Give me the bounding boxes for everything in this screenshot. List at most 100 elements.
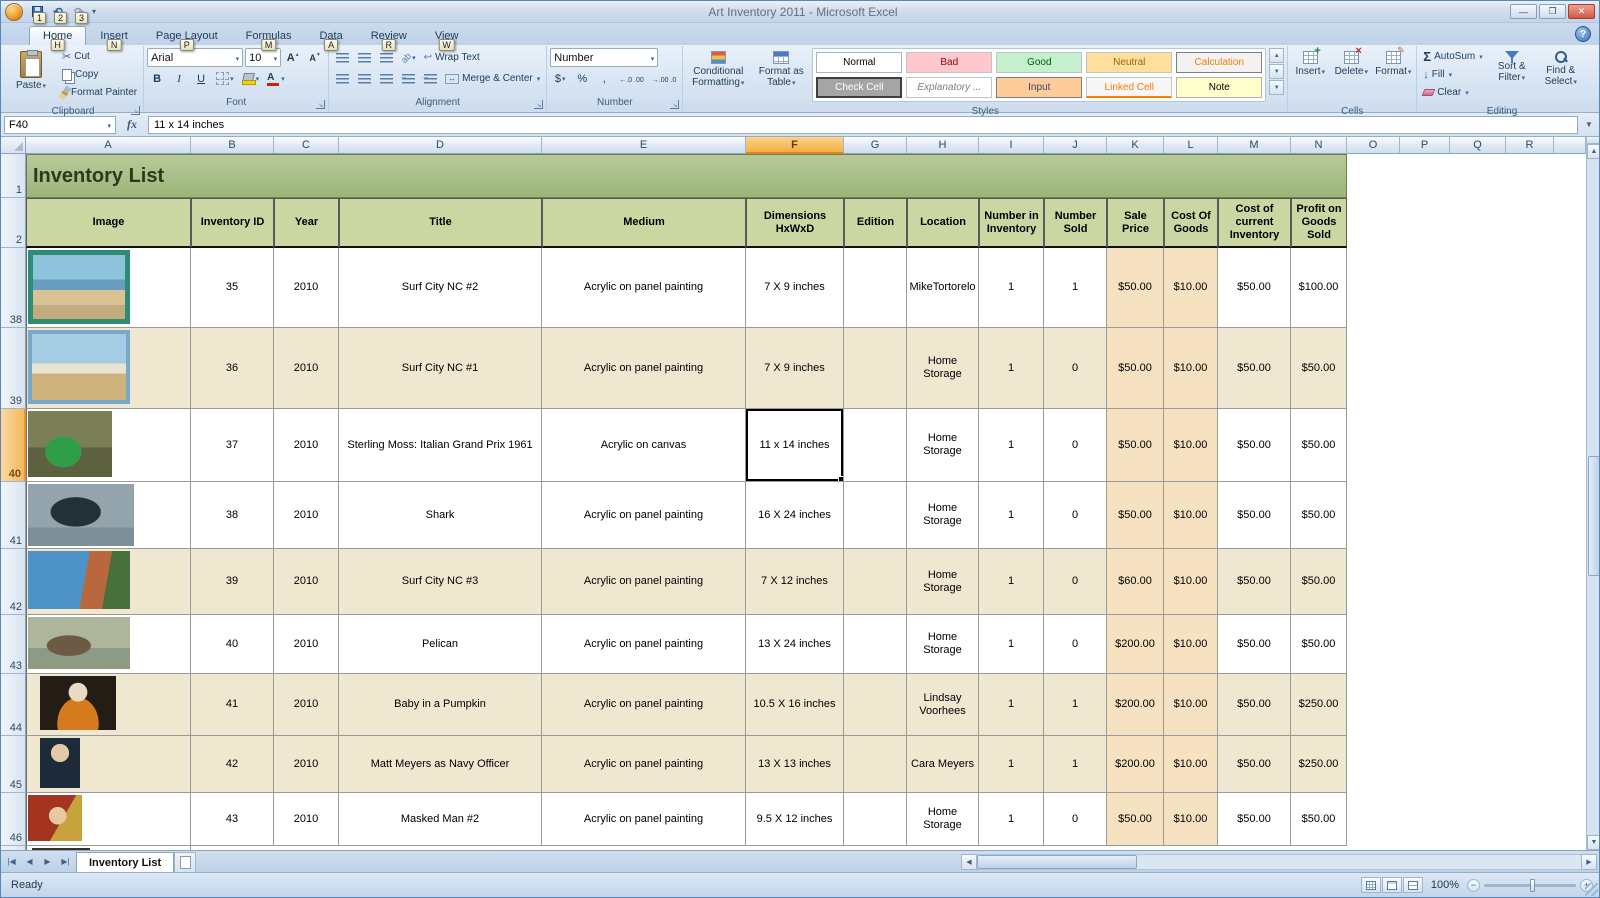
cell-E40[interactable]: Acrylic on canvas [542, 409, 746, 482]
row-header-42[interactable]: 42 [1, 549, 26, 615]
first-sheet-button[interactable]: |◀ [3, 854, 20, 870]
clipboard-dialog-launcher[interactable] [131, 106, 140, 115]
decrease-indent-button[interactable] [398, 69, 418, 88]
tab-home[interactable]: HomeH [29, 26, 86, 45]
conditional-formatting-button[interactable]: Conditional Formatting [686, 48, 750, 106]
painting-thumbnail-surf-city-nc-2[interactable] [28, 250, 130, 324]
align-center-button[interactable] [354, 69, 374, 88]
cell-G42[interactable] [844, 549, 907, 615]
column-header-A[interactable]: A [26, 137, 191, 154]
empty-cells[interactable] [1347, 482, 1586, 549]
cell-K40[interactable]: $50.00 [1107, 409, 1164, 482]
painting-thumbnail-baby-in-a-pumpkin[interactable] [40, 676, 116, 730]
minimize-button[interactable]: — [1510, 4, 1537, 19]
cell-L46[interactable]: $10.00 [1164, 793, 1218, 846]
cell-F45[interactable]: 13 X 13 inches [746, 736, 844, 793]
cell-F39[interactable]: 7 X 9 inches [746, 328, 844, 409]
empty-cells[interactable] [1347, 793, 1586, 846]
formula-input[interactable]: 11 x 14 inches [148, 116, 1578, 134]
resize-grip-icon[interactable] [1585, 883, 1598, 896]
cell-style-check-cell[interactable]: Check Cell [816, 77, 902, 98]
cell-I44[interactable]: 1 [979, 674, 1044, 736]
cell-H43[interactable]: Home Storage [907, 615, 979, 674]
empty-cells[interactable] [1347, 409, 1586, 482]
cell-N44[interactable]: $250.00 [1291, 674, 1347, 736]
cell-G38[interactable] [844, 248, 907, 328]
align-middle-button[interactable] [354, 48, 374, 67]
row-header-38[interactable]: 38 [1, 248, 26, 328]
column-header-B[interactable]: B [191, 137, 274, 154]
cell-C41[interactable]: 2010 [274, 482, 339, 549]
column-header-D[interactable]: D [339, 137, 542, 154]
zoom-track[interactable] [1484, 884, 1576, 887]
cell-M46[interactable]: $50.00 [1218, 793, 1291, 846]
alignment-dialog-launcher[interactable] [534, 100, 543, 109]
number-dialog-launcher[interactable] [670, 100, 679, 109]
cell-L40[interactable]: $10.00 [1164, 409, 1218, 482]
percent-format-button[interactable]: % [572, 69, 592, 88]
cell-K39[interactable]: $50.00 [1107, 328, 1164, 409]
cell-J43[interactable]: 0 [1044, 615, 1107, 674]
formula-bar-expand-icon[interactable]: ▼ [1582, 120, 1596, 129]
cell-K41[interactable]: $50.00 [1107, 482, 1164, 549]
table-header-sale-price[interactable]: Sale Price [1107, 198, 1164, 248]
cell-E39[interactable]: Acrylic on panel painting [542, 328, 746, 409]
redo-button[interactable]: 3 [71, 4, 87, 20]
cell-H44[interactable]: Lindsay Voorhees [907, 674, 979, 736]
bold-button[interactable]: B [147, 69, 167, 88]
cell-H46[interactable]: Home Storage [907, 793, 979, 846]
cell-L38[interactable]: $10.00 [1164, 248, 1218, 328]
cell-J42[interactable]: 0 [1044, 549, 1107, 615]
table-header-profit-on-goods-sold[interactable]: Profit on Goods Sold [1291, 198, 1347, 248]
empty-cells[interactable] [1347, 328, 1586, 409]
row-header-1[interactable]: 1 [1, 154, 26, 198]
table-header-image[interactable]: Image [26, 198, 191, 248]
column-header-partial[interactable] [1554, 137, 1586, 154]
cell-E44[interactable]: Acrylic on panel painting [542, 674, 746, 736]
gallery-scroll-down-button[interactable]: ▼ [1269, 64, 1284, 79]
column-header-P[interactable]: P [1400, 137, 1450, 154]
previous-sheet-button[interactable]: ◀ [21, 854, 38, 870]
orientation-button[interactable] [398, 48, 419, 67]
column-header-K[interactable]: K [1107, 137, 1164, 154]
cell-K38[interactable]: $50.00 [1107, 248, 1164, 328]
cell-D40[interactable]: Sterling Moss: Italian Grand Prix 1961 [339, 409, 542, 482]
cell-G45[interactable] [844, 736, 907, 793]
vertical-scroll-track[interactable] [1587, 159, 1599, 835]
cell-I43[interactable]: 1 [979, 615, 1044, 674]
horizontal-scroll-thumb[interactable] [977, 855, 1137, 869]
cell-B39[interactable]: 36 [191, 328, 274, 409]
painting-thumbnail-surf-city-nc-3[interactable] [28, 551, 130, 609]
fill-handle[interactable] [838, 476, 843, 481]
cell-D44[interactable]: Baby in a Pumpkin [339, 674, 542, 736]
zoom-level[interactable]: 100% [1431, 879, 1459, 891]
cell-H45[interactable]: Cara Meyers [907, 736, 979, 793]
cell-N45[interactable]: $250.00 [1291, 736, 1347, 793]
restore-button[interactable]: ❐ [1539, 4, 1566, 19]
cell-K42[interactable]: $60.00 [1107, 549, 1164, 615]
format-cells-button[interactable]: Format [1373, 48, 1413, 106]
sheet-tab-inventory-list[interactable]: Inventory List [76, 852, 174, 872]
format-painter-button[interactable]: Format Painter [59, 84, 140, 101]
column-header-G[interactable]: G [844, 137, 907, 154]
cell-M45[interactable]: $50.00 [1218, 736, 1291, 793]
align-left-button[interactable] [332, 69, 352, 88]
insert-worksheet-tab[interactable] [174, 852, 196, 872]
italic-button[interactable]: I [169, 69, 189, 88]
cell-J40[interactable]: 0 [1044, 409, 1107, 482]
cell-J46[interactable]: 0 [1044, 793, 1107, 846]
painting-thumbnail-sterling-moss[interactable] [28, 411, 112, 477]
font-color-button[interactable] [264, 69, 288, 88]
row-header-41[interactable]: 41 [1, 482, 26, 549]
cell-M40[interactable]: $50.00 [1218, 409, 1291, 482]
table-header-location[interactable]: Location [907, 198, 979, 248]
cell-D42[interactable]: Surf City NC #3 [339, 549, 542, 615]
image-cell-A43[interactable] [26, 615, 191, 674]
row-header-39[interactable]: 39 [1, 328, 26, 409]
paste-button[interactable]: Paste [6, 48, 56, 106]
vertical-scroll-thumb[interactable] [1588, 456, 1599, 576]
row-header-43[interactable]: 43 [1, 615, 26, 674]
column-header-L[interactable]: L [1164, 137, 1218, 154]
cell-C40[interactable]: 2010 [274, 409, 339, 482]
clear-button[interactable]: Clear [1420, 84, 1485, 101]
